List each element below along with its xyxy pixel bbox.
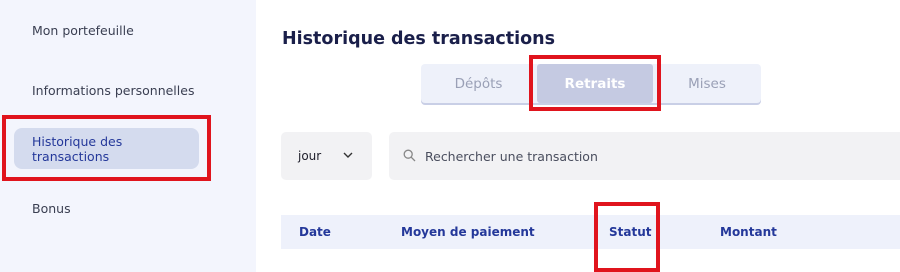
tab-depots[interactable]: Dépôts: [421, 64, 536, 103]
sidebar-item-historique-des-transactions[interactable]: Historique des transactions: [14, 128, 199, 169]
tab-mises[interactable]: Mises: [653, 64, 761, 103]
column-header-statut[interactable]: Statut: [609, 215, 652, 249]
search-input[interactable]: [425, 132, 885, 180]
column-header-montant[interactable]: Montant: [720, 215, 777, 249]
tab-bar: Dépôts Retraits Mises: [421, 64, 761, 103]
column-header-moyen-de-paiement[interactable]: Moyen de paiement: [401, 215, 535, 249]
period-select[interactable]: jour: [281, 132, 372, 180]
search-icon: [403, 149, 416, 162]
sidebar-item-informations-personnelles[interactable]: Informations personnelles: [32, 83, 194, 98]
sidebar: Mon portefeuille Informations personnell…: [0, 0, 256, 272]
chevron-down-icon: [343, 152, 353, 158]
page-title: Historique des transactions: [282, 29, 556, 49]
period-select-value: jour: [298, 149, 322, 163]
table-header: Date Moyen de paiement Statut Montant: [281, 215, 900, 249]
column-header-date[interactable]: Date: [299, 215, 331, 249]
search-bar: [389, 132, 900, 180]
main-panel: Historique des transactions Dépôts Retra…: [256, 10, 900, 272]
sidebar-item-mon-portefeuille[interactable]: Mon portefeuille: [32, 23, 134, 38]
sidebar-item-label: Historique des transactions: [32, 133, 123, 164]
sidebar-item-bonus[interactable]: Bonus: [32, 201, 71, 216]
tab-retraits[interactable]: Retraits: [537, 64, 653, 103]
